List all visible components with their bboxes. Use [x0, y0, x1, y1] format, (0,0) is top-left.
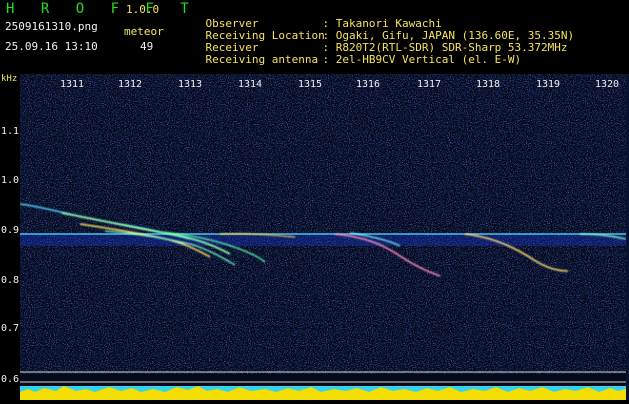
- app-title: H R O F F T: [6, 1, 198, 17]
- x-tick-label: 1318: [476, 79, 501, 90]
- noise-field: [20, 74, 626, 374]
- x-tick-label: 1314: [238, 79, 263, 90]
- observation-datetime: 25.09.16 13:10: [5, 40, 98, 53]
- info-value-antenna: : 2el-HB9CV Vertical (el. E-W): [322, 53, 522, 66]
- app-version: 1.0.0: [126, 3, 160, 16]
- x-tick-label: 1315: [298, 79, 323, 90]
- x-tick-label: 1311: [60, 79, 85, 90]
- x-tick-label: 1320: [595, 79, 620, 90]
- y-tick-label: 1.0: [1, 175, 20, 186]
- spectrogram-svg: [19, 74, 627, 400]
- meteor-count-value: 49: [140, 40, 154, 53]
- y-tick-label: 0.9: [1, 225, 20, 236]
- spectrogram-plot: [19, 74, 627, 400]
- x-tick-label: 1316: [356, 79, 381, 90]
- y-tick-label: 1.1: [1, 126, 20, 137]
- image-filename: 2509161310.png: [5, 20, 98, 33]
- y-tick-label: 0.6: [1, 374, 20, 385]
- x-tick-label: 1312: [118, 79, 143, 90]
- x-tick-label: 1317: [417, 79, 442, 90]
- header-panel: H R O F F T 1.0.0 2509161310.png meteor …: [0, 0, 629, 74]
- x-tick-label: 1319: [536, 79, 561, 90]
- info-label-antenna: Receiving antenna: [205, 53, 319, 66]
- x-tick-label: 1313: [178, 79, 203, 90]
- y-axis-unit: kHz: [1, 74, 18, 84]
- meteor-count-label: meteor: [124, 25, 164, 38]
- carrier-band: [20, 234, 626, 246]
- y-tick-label: 0.8: [1, 275, 20, 286]
- y-tick-label: 0.7: [1, 323, 20, 334]
